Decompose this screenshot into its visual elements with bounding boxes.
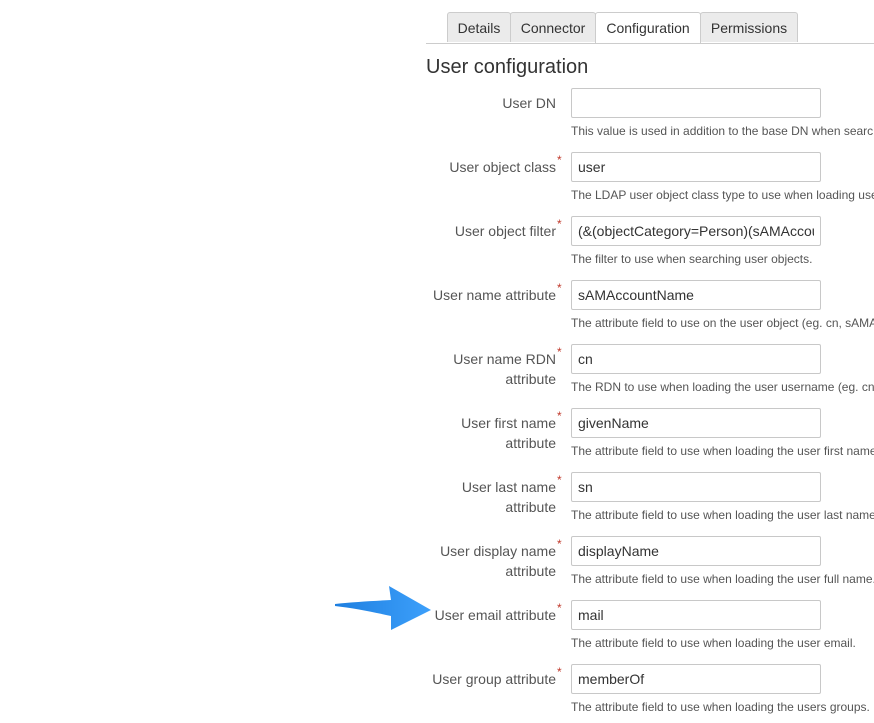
field-row-user-object-class: User object class * The LDAP user object… <box>0 152 874 216</box>
field-row-user-name-rdn-attribute: User name RDN attribute * The RDN to use… <box>0 344 874 408</box>
user-email-attribute-input[interactable] <box>571 600 821 630</box>
field-row-user-email-attribute: User email attribute * The attribute fie… <box>0 600 874 664</box>
required-marker: * <box>557 409 562 423</box>
tab-connector[interactable]: Connector <box>510 12 596 42</box>
field-label: User DN <box>502 95 556 111</box>
field-label: User object filter <box>454 223 556 239</box>
user-first-name-attribute-input[interactable] <box>571 408 821 438</box>
field-label: User object class <box>449 159 556 175</box>
user-configuration-page: Details Connector Configuration Permissi… <box>0 0 874 723</box>
required-marker: * <box>557 601 562 615</box>
required-marker: * <box>557 217 562 231</box>
field-help-text: The attribute field to use on the user o… <box>571 316 874 330</box>
arrow-pointer-icon <box>335 586 431 630</box>
user-name-rdn-attribute-input[interactable] <box>571 344 821 374</box>
field-help-text: The attribute field to use when loading … <box>571 508 874 522</box>
field-help-text: The attribute field to use when loading … <box>571 444 874 458</box>
user-name-attribute-input[interactable] <box>571 280 821 310</box>
field-label: User first name attribute <box>461 415 556 451</box>
tab-configuration[interactable]: Configuration <box>595 12 701 43</box>
required-marker: * <box>557 537 562 551</box>
field-help-text: The RDN to use when loading the user use… <box>571 380 874 394</box>
tab-bar: Details Connector Configuration Permissi… <box>426 12 874 44</box>
user-last-name-attribute-input[interactable] <box>571 472 821 502</box>
field-row-user-dn: User DN This value is used in addition t… <box>0 88 874 152</box>
required-marker: * <box>557 281 562 295</box>
field-label: User name attribute <box>433 287 556 303</box>
field-label: User name RDN attribute <box>453 351 556 387</box>
section-title: User configuration <box>426 56 589 78</box>
tab-details[interactable]: Details <box>447 12 511 42</box>
tab-permissions[interactable]: Permissions <box>700 12 798 42</box>
field-help-text: The filter to use when searching user ob… <box>571 252 813 266</box>
user-object-filter-input[interactable] <box>571 216 821 246</box>
required-marker: * <box>557 345 562 359</box>
field-row-user-group-attribute: User group attribute * The attribute fie… <box>0 664 874 723</box>
field-help-text: The LDAP user object class type to use w… <box>571 188 874 202</box>
field-row-user-display-name-attribute: User display name attribute * The attrib… <box>0 536 874 600</box>
field-row-user-object-filter: User object filter * The filter to use w… <box>0 216 874 280</box>
required-marker: * <box>557 665 562 679</box>
field-help-text: The attribute field to use when loading … <box>571 572 874 586</box>
required-marker: * <box>557 473 562 487</box>
field-label: User group attribute <box>432 671 556 687</box>
field-label: User display name attribute <box>440 543 556 579</box>
field-help-text: The attribute field to use when loading … <box>571 700 870 714</box>
user-group-attribute-input[interactable] <box>571 664 821 694</box>
required-marker: * <box>557 153 562 167</box>
user-dn-input[interactable] <box>571 88 821 118</box>
field-label: User last name attribute <box>461 479 556 515</box>
field-help-text: The attribute field to use when loading … <box>571 636 856 650</box>
field-row-user-first-name-attribute: User first name attribute * The attribut… <box>0 408 874 472</box>
field-help-text: This value is used in addition to the ba… <box>571 124 874 138</box>
field-row-user-last-name-attribute: User last name attribute * The attribute… <box>0 472 874 536</box>
user-object-class-input[interactable] <box>571 152 821 182</box>
user-display-name-attribute-input[interactable] <box>571 536 821 566</box>
field-row-user-name-attribute: User name attribute * The attribute fiel… <box>0 280 874 344</box>
